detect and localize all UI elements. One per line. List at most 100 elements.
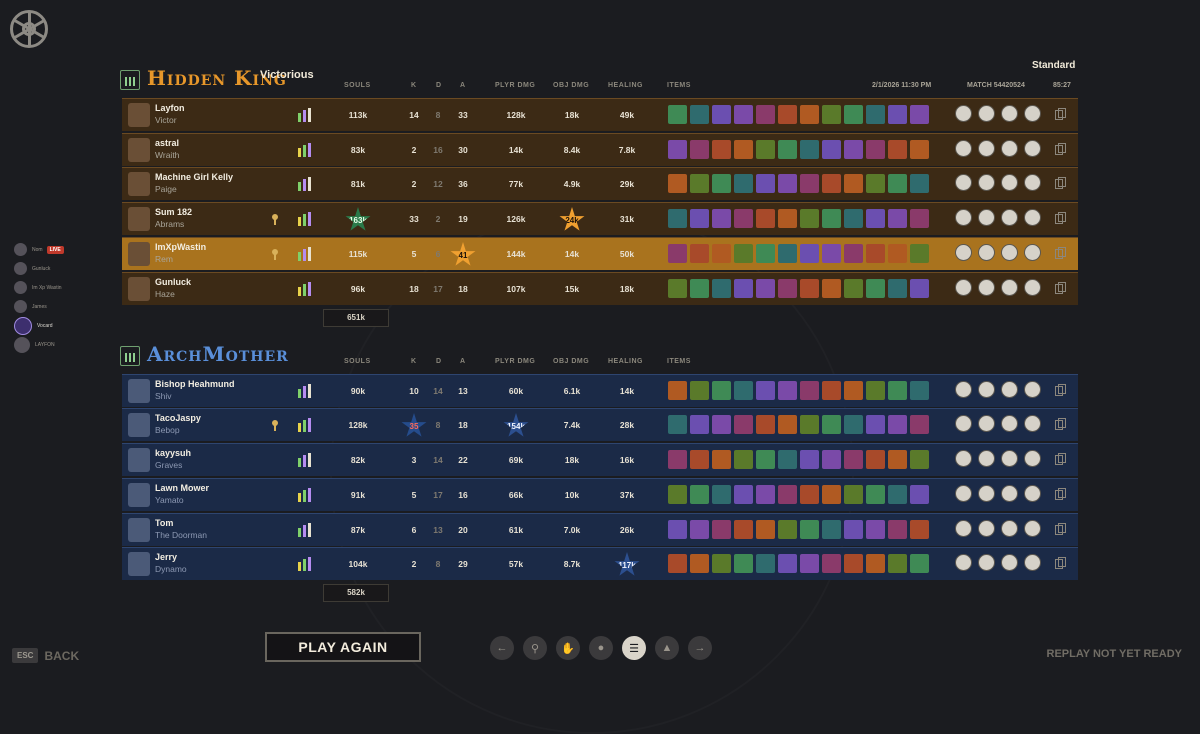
item-icon[interactable] bbox=[756, 244, 775, 263]
ability-icon[interactable] bbox=[1024, 554, 1041, 571]
ability-icon[interactable] bbox=[1024, 209, 1041, 226]
item-icon[interactable] bbox=[844, 520, 863, 539]
copy-icon[interactable] bbox=[1055, 282, 1066, 294]
item-icon[interactable] bbox=[668, 520, 687, 539]
item-icon[interactable] bbox=[690, 520, 709, 539]
item-icon[interactable] bbox=[778, 415, 797, 434]
play-again-button[interactable]: PLAY AGAIN bbox=[265, 632, 421, 662]
copy-icon[interactable] bbox=[1055, 523, 1066, 535]
ability-icon[interactable] bbox=[955, 209, 972, 226]
item-icon[interactable] bbox=[800, 209, 819, 228]
ability-icon[interactable] bbox=[1024, 244, 1041, 261]
ability-icon[interactable] bbox=[955, 554, 972, 571]
item-icon[interactable] bbox=[756, 450, 775, 469]
ability-icon[interactable] bbox=[955, 381, 972, 398]
ability-icon[interactable] bbox=[978, 279, 995, 296]
item-icon[interactable] bbox=[844, 450, 863, 469]
item-icon[interactable] bbox=[800, 174, 819, 193]
item-icon[interactable] bbox=[690, 174, 709, 193]
item-icon[interactable] bbox=[800, 450, 819, 469]
item-icon[interactable] bbox=[888, 485, 907, 504]
item-icon[interactable] bbox=[756, 279, 775, 298]
item-icon[interactable] bbox=[668, 450, 687, 469]
item-icon[interactable] bbox=[668, 554, 687, 573]
ability-icon[interactable] bbox=[955, 485, 972, 502]
ability-icon[interactable] bbox=[1024, 279, 1041, 296]
item-icon[interactable] bbox=[800, 279, 819, 298]
copy-icon[interactable] bbox=[1055, 557, 1066, 569]
item-icon[interactable] bbox=[734, 415, 753, 434]
item-icon[interactable] bbox=[778, 520, 797, 539]
ability-icon[interactable] bbox=[978, 450, 995, 467]
item-icon[interactable] bbox=[822, 244, 841, 263]
item-icon[interactable] bbox=[844, 415, 863, 434]
ability-icon[interactable] bbox=[955, 415, 972, 432]
item-icon[interactable] bbox=[778, 209, 797, 228]
ability-icon[interactable] bbox=[1024, 140, 1041, 157]
item-icon[interactable] bbox=[778, 105, 797, 124]
item-icon[interactable] bbox=[756, 140, 775, 159]
item-icon[interactable] bbox=[866, 554, 885, 573]
item-icon[interactable] bbox=[888, 520, 907, 539]
player-row[interactable]: TacoJaspy Bebop 128k 35 8 18 154k 7.4k 28k bbox=[122, 408, 1078, 441]
ability-icon[interactable] bbox=[978, 244, 995, 261]
item-icon[interactable] bbox=[734, 450, 753, 469]
sidebar-item[interactable]: Vocard bbox=[14, 316, 64, 335]
item-icon[interactable] bbox=[668, 105, 687, 124]
ability-icon[interactable] bbox=[1001, 450, 1018, 467]
item-icon[interactable] bbox=[866, 485, 885, 504]
sidebar-item[interactable]: Im Xp Wastin bbox=[14, 278, 64, 297]
item-icon[interactable] bbox=[734, 209, 753, 228]
player-row[interactable]: Machine Girl Kelly Paige 81k 2 12 36 77k 4.9k 29… bbox=[122, 167, 1078, 200]
item-icon[interactable] bbox=[866, 174, 885, 193]
item-icon[interactable] bbox=[910, 381, 929, 400]
ability-icon[interactable] bbox=[955, 244, 972, 261]
item-icon[interactable] bbox=[800, 520, 819, 539]
ability-icon[interactable]: ● bbox=[589, 636, 613, 660]
item-icon[interactable] bbox=[800, 381, 819, 400]
item-icon[interactable] bbox=[778, 381, 797, 400]
graph-icon[interactable]: ▲ bbox=[655, 636, 679, 660]
item-icon[interactable] bbox=[712, 485, 731, 504]
item-icon[interactable] bbox=[822, 279, 841, 298]
ability-icon[interactable] bbox=[978, 140, 995, 157]
item-icon[interactable] bbox=[800, 244, 819, 263]
sidebar-item[interactable]: Gunluck bbox=[14, 259, 64, 278]
back-control[interactable]: ESC BACK bbox=[12, 648, 79, 663]
item-icon[interactable] bbox=[712, 244, 731, 263]
item-icon[interactable] bbox=[822, 105, 841, 124]
item-icon[interactable] bbox=[734, 520, 753, 539]
item-icon[interactable] bbox=[910, 450, 929, 469]
item-icon[interactable] bbox=[844, 174, 863, 193]
ability-icon[interactable] bbox=[1001, 415, 1018, 432]
item-icon[interactable] bbox=[668, 209, 687, 228]
item-icon[interactable] bbox=[910, 279, 929, 298]
copy-icon[interactable] bbox=[1055, 418, 1066, 430]
item-icon[interactable] bbox=[778, 450, 797, 469]
ability-icon[interactable] bbox=[955, 520, 972, 537]
copy-icon[interactable] bbox=[1055, 212, 1066, 224]
item-icon[interactable] bbox=[668, 140, 687, 159]
player-row[interactable]: Sum 182 Abrams 163k 33 2 19 126k 24k 31k bbox=[122, 202, 1078, 235]
item-icon[interactable] bbox=[712, 450, 731, 469]
player-row[interactable]: astral Wraith 83k 2 16 30 14k 8.4k 7.8k bbox=[122, 133, 1078, 166]
player-row[interactable]: Lawn Mower Yamato 91k 5 17 16 66k 10k 37k bbox=[122, 478, 1078, 511]
item-icon[interactable] bbox=[888, 450, 907, 469]
item-icon[interactable] bbox=[734, 244, 753, 263]
ability-icon[interactable] bbox=[978, 209, 995, 226]
ability-icon[interactable] bbox=[1024, 485, 1041, 502]
ability-icon[interactable] bbox=[1001, 279, 1018, 296]
item-icon[interactable] bbox=[822, 520, 841, 539]
player-row[interactable]: Layfon Victor 113k 14 8 33 128k 18k 49k bbox=[122, 98, 1078, 131]
copy-icon[interactable] bbox=[1055, 453, 1066, 465]
ability-icon[interactable] bbox=[955, 174, 972, 191]
ability-icon[interactable] bbox=[978, 415, 995, 432]
item-icon[interactable] bbox=[756, 520, 775, 539]
ability-icon[interactable] bbox=[1001, 554, 1018, 571]
player-row[interactable]: Jerry Dynamo 104k 2 8 29 57k 8.7k 117k bbox=[122, 547, 1078, 580]
item-icon[interactable] bbox=[910, 140, 929, 159]
item-icon[interactable] bbox=[888, 415, 907, 434]
item-icon[interactable] bbox=[800, 140, 819, 159]
player-row[interactable]: kayysuh Graves 82k 3 14 22 69k 18k 16k bbox=[122, 443, 1078, 476]
item-icon[interactable] bbox=[910, 520, 929, 539]
